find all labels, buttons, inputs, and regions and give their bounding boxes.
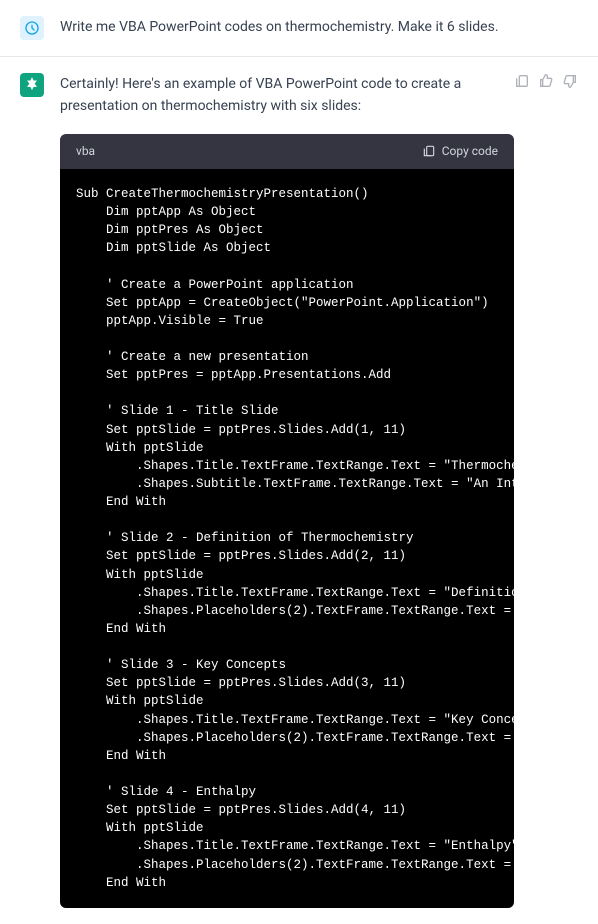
assistant-content: Certainly! Here's an example of VBA Powe… — [60, 73, 514, 908]
thumbs-up-icon[interactable] — [538, 73, 554, 89]
copy-code-button[interactable]: Copy code — [422, 142, 498, 161]
user-avatar-icon — [24, 20, 40, 36]
assistant-avatar — [20, 73, 44, 97]
user-message: Write me VBA PowerPoint codes on thermoc… — [0, 0, 598, 57]
code-header: vba Copy code — [60, 134, 514, 169]
assistant-intro: Certainly! Here's an example of VBA Powe… — [60, 73, 514, 118]
message-actions — [514, 73, 578, 908]
user-text: Write me VBA PowerPoint codes on thermoc… — [60, 16, 578, 38]
clipboard-icon — [422, 144, 436, 158]
code-body[interactable]: Sub CreateThermochemistryPresentation() … — [60, 169, 514, 908]
code-block: vba Copy code Sub CreateThermochemistryP… — [60, 134, 514, 908]
code-language-label: vba — [76, 142, 95, 161]
thumbs-down-icon[interactable] — [562, 73, 578, 89]
user-avatar — [20, 16, 44, 40]
copy-code-label: Copy code — [442, 142, 498, 161]
user-content: Write me VBA PowerPoint codes on thermoc… — [60, 16, 578, 40]
copy-icon[interactable] — [514, 73, 530, 89]
assistant-message: Certainly! Here's an example of VBA Powe… — [0, 57, 598, 924]
assistant-avatar-icon — [24, 77, 40, 93]
